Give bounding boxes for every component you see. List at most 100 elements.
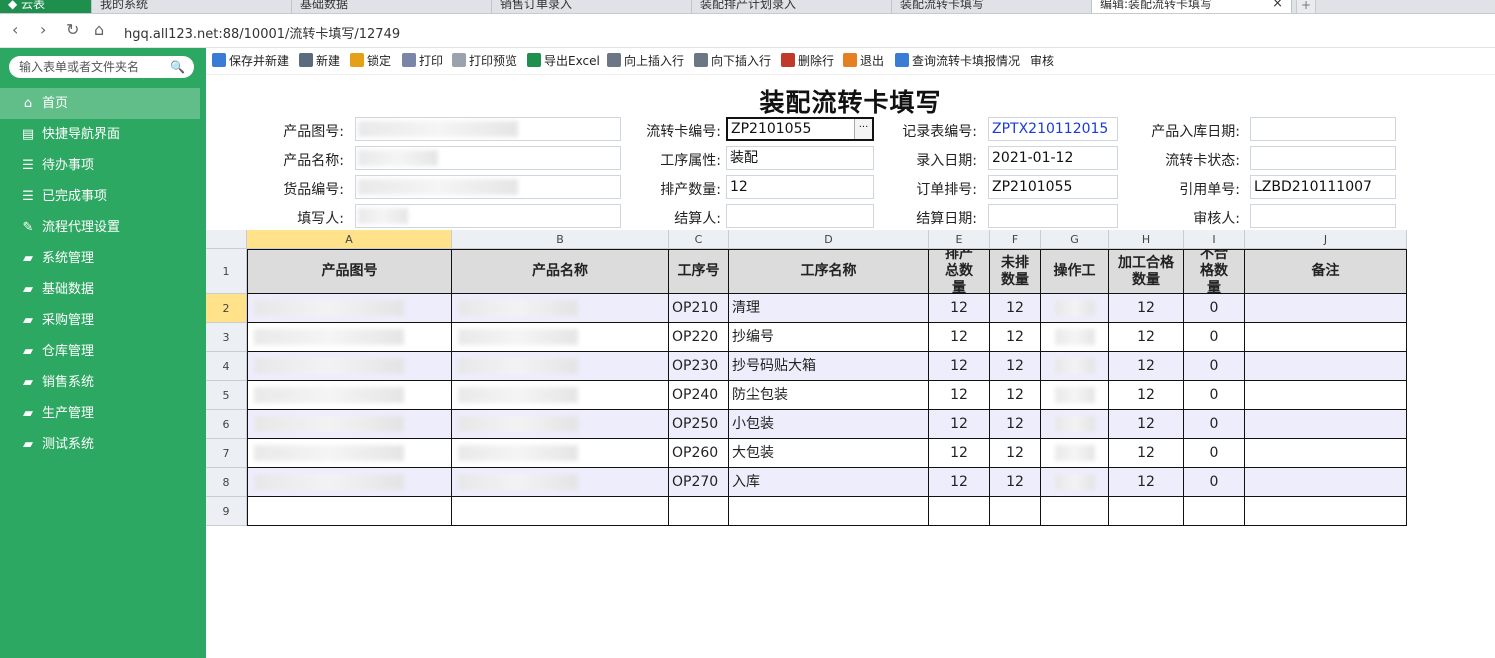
col-header-i[interactable]: I [1184, 230, 1245, 249]
cell-ng[interactable]: 0 [1184, 352, 1245, 381]
cell-ng[interactable]: 0 [1184, 468, 1245, 497]
cell-total[interactable]: 12 [929, 323, 990, 352]
cell-ok[interactable]: 12 [1109, 439, 1184, 468]
cell-ok[interactable]: 12 [1109, 294, 1184, 323]
cell-ok[interactable]: 12 [1109, 381, 1184, 410]
settle-date-field[interactable] [988, 204, 1118, 228]
cell-op[interactable]: OP240 [669, 381, 729, 410]
sidebar-item-done[interactable]: ☰ 已完成事项 [0, 181, 206, 212]
print-preview-button[interactable]: 打印预览 [452, 53, 517, 69]
table-cell[interactable] [452, 439, 669, 468]
search-icon[interactable]: 🔍 [170, 56, 185, 78]
sidebar-item-purchase[interactable]: ▰ 采购管理 [0, 305, 206, 336]
goods-no-field[interactable] [355, 175, 621, 199]
cell-name[interactable]: 大包装 [729, 439, 929, 468]
tab-assembly-plan[interactable]: 装配排产计划录入 [692, 0, 892, 13]
cell-unplanned[interactable]: 12 [990, 410, 1041, 439]
delete-row-button[interactable]: 删除行 [781, 53, 834, 69]
insert-row-above-button[interactable]: 向上插入行 [607, 53, 684, 69]
review-button[interactable]: 审核 [1030, 53, 1054, 69]
cell-op[interactable]: OP270 [669, 468, 729, 497]
sidebar-item-warehouse[interactable]: ▰ 仓库管理 [0, 336, 206, 367]
new-button[interactable]: 新建 [299, 53, 340, 69]
cell-op[interactable]: OP210 [669, 294, 729, 323]
lock-button[interactable]: 锁定 [350, 53, 391, 69]
table-cell[interactable] [247, 468, 452, 497]
cell-ng[interactable]: 0 [1184, 323, 1245, 352]
sidebar-item-production[interactable]: ▰ 生产管理 [0, 398, 206, 429]
tab-basic-data[interactable]: 基础数据 [292, 0, 492, 13]
sidebar-item-sales[interactable]: ▰ 销售系统 [0, 367, 206, 398]
sidebar-item-delegate[interactable]: ✎ 流程代理设置 [0, 212, 206, 243]
table-cell[interactable] [669, 497, 729, 526]
save-new-button[interactable]: 保存并新建 [212, 53, 289, 69]
table-cell[interactable] [929, 497, 990, 526]
tab-sales-order[interactable]: 销售订单录入 [492, 0, 692, 13]
table-cell[interactable] [1041, 352, 1109, 381]
grid-corner[interactable] [206, 230, 247, 249]
product-drawing-field[interactable] [355, 117, 621, 141]
process-attr-field[interactable]: 装配 [726, 146, 874, 170]
filler-field[interactable] [355, 204, 621, 228]
sidebar-search-input[interactable]: 输入表单或者文件夹名 🔍 [9, 56, 194, 78]
cell-ng[interactable]: 0 [1184, 410, 1245, 439]
table-cell[interactable] [247, 352, 452, 381]
order-no-field[interactable]: ZP2101055 [988, 175, 1118, 199]
cell-ok[interactable]: 12 [1109, 468, 1184, 497]
table-cell[interactable] [1041, 497, 1109, 526]
card-no-field[interactable]: ZP2101055 ··· [726, 117, 874, 141]
cell-unplanned[interactable]: 12 [990, 294, 1041, 323]
cell-name[interactable]: 入库 [729, 468, 929, 497]
settler-field[interactable] [726, 204, 874, 228]
cell-name[interactable]: 防尘包装 [729, 381, 929, 410]
row-header[interactable]: 1 [206, 249, 247, 294]
reload-icon[interactable]: ↻ [66, 21, 79, 39]
row-header[interactable]: 2 [206, 294, 247, 323]
cell-op[interactable]: OP260 [669, 439, 729, 468]
table-cell[interactable] [452, 294, 669, 323]
table-cell[interactable] [990, 497, 1041, 526]
close-tab-icon[interactable]: × [1272, 0, 1283, 13]
cell-ng[interactable]: 0 [1184, 439, 1245, 468]
cell-total[interactable]: 12 [929, 352, 990, 381]
record-no-field[interactable]: ZPTX210112015 [988, 117, 1118, 141]
col-header-e[interactable]: E [929, 230, 990, 249]
exit-button[interactable]: 退出 [843, 53, 884, 69]
table-cell[interactable] [452, 381, 669, 410]
cell-name[interactable]: 抄号码贴大箱 [729, 352, 929, 381]
cell-name[interactable]: 小包装 [729, 410, 929, 439]
table-cell[interactable] [452, 468, 669, 497]
export-excel-button[interactable]: 导出Excel [527, 53, 600, 69]
cell-unplanned[interactable]: 12 [990, 439, 1041, 468]
cell-unplanned[interactable]: 12 [990, 323, 1041, 352]
query-card-button[interactable]: 查询流转卡填报情况 [895, 53, 1020, 69]
tab-assembly-card[interactable]: 装配流转卡填写 [892, 0, 1092, 13]
table-cell[interactable] [1245, 439, 1407, 468]
new-tab-button[interactable]: + [1296, 0, 1316, 13]
table-cell[interactable] [1041, 468, 1109, 497]
table-cell[interactable] [1041, 323, 1109, 352]
cell-op[interactable]: OP250 [669, 410, 729, 439]
insert-row-below-button[interactable]: 向下插入行 [694, 53, 771, 69]
cell-ng[interactable]: 0 [1184, 294, 1245, 323]
table-cell[interactable] [452, 323, 669, 352]
table-cell[interactable] [1041, 439, 1109, 468]
table-cell[interactable] [247, 497, 452, 526]
cell-total[interactable]: 12 [929, 410, 990, 439]
cell-total[interactable]: 12 [929, 439, 990, 468]
col-header-c[interactable]: C [669, 230, 729, 249]
cell-ok[interactable]: 12 [1109, 323, 1184, 352]
table-cell[interactable] [1245, 323, 1407, 352]
table-cell[interactable] [1041, 381, 1109, 410]
sidebar-item-home[interactable]: ⌂ 首页 [0, 88, 200, 119]
ref-no-field[interactable]: LZBD210111007 [1250, 175, 1396, 199]
row-header[interactable]: 7 [206, 439, 247, 468]
url-field[interactable]: hgq.all123.net:88/10001/流转卡填写/12749 [124, 23, 400, 42]
cell-op[interactable]: OP220 [669, 323, 729, 352]
plan-qty-field[interactable]: 12 [726, 175, 874, 199]
cell-name[interactable]: 清理 [729, 294, 929, 323]
table-cell[interactable] [247, 410, 452, 439]
cell-total[interactable]: 12 [929, 381, 990, 410]
sidebar-item-quick-nav[interactable]: ▤ 快捷导航界面 [0, 119, 206, 150]
home-icon[interactable]: ⌂ [94, 21, 104, 39]
